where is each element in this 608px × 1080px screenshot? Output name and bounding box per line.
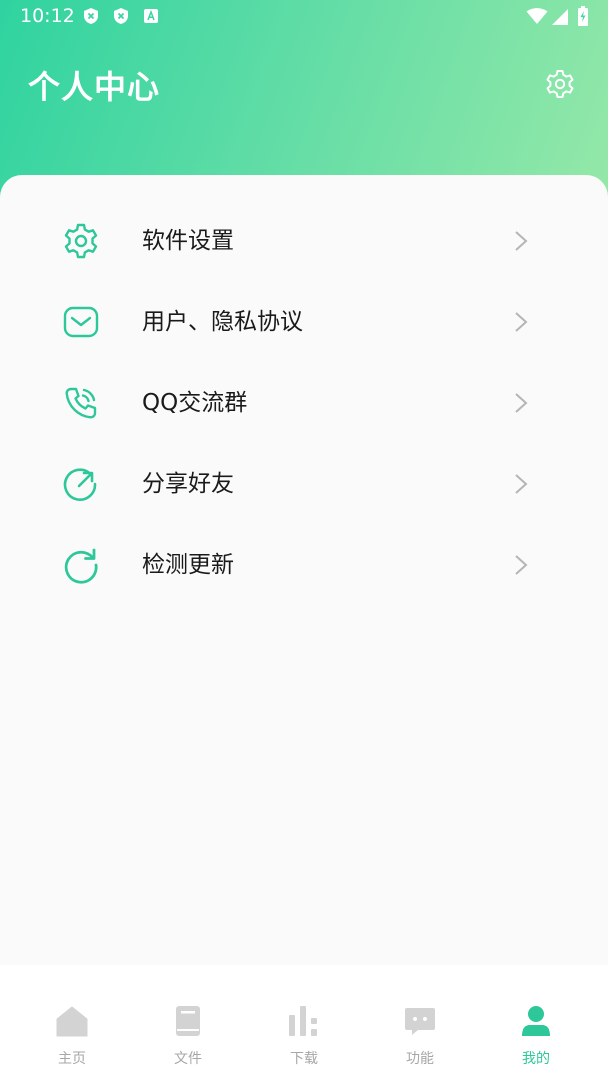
chevron-right-icon <box>515 312 528 332</box>
nav-tab-download[interactable]: 下载 <box>254 965 354 1080</box>
a-badge-icon <box>144 9 158 23</box>
nav-tab-home[interactable]: 主页 <box>22 965 122 1080</box>
menu-item-software-settings[interactable]: 软件设置 <box>0 200 608 281</box>
chevron-right-icon <box>515 474 528 494</box>
nav-tab-mine[interactable]: 我的 <box>486 965 586 1080</box>
user-icon <box>522 1006 550 1036</box>
home-icon <box>56 1006 88 1037</box>
chevron-right-icon <box>515 393 528 413</box>
menu-item-label: 检测更新 <box>142 552 234 578</box>
menu-item-qq-group[interactable]: QQ交流群 <box>0 362 608 443</box>
shield-icon <box>84 8 98 24</box>
gear-icon <box>64 223 98 259</box>
mail-icon <box>63 306 99 338</box>
nav-tab-label: 主页 <box>58 1051 86 1067</box>
book-icon <box>176 1006 200 1036</box>
chevron-right-icon <box>515 231 528 251</box>
nav-tab-label: 我的 <box>522 1051 550 1067</box>
bottom-nav: 主页 文件 下载 功能 我的 <box>0 965 608 1080</box>
menu-item-label: 软件设置 <box>142 228 234 254</box>
phone-icon <box>65 387 97 419</box>
page-title: 个人中心 <box>28 68 161 106</box>
bar-chart-icon <box>289 1006 317 1036</box>
menu-item-label: QQ交流群 <box>142 390 248 416</box>
signal-icon <box>552 9 568 25</box>
header-settings-button[interactable] <box>544 68 576 100</box>
refresh-icon <box>64 548 98 584</box>
shield-icon <box>114 8 128 24</box>
nav-tab-files[interactable]: 文件 <box>138 965 238 1080</box>
menu-item-privacy-agreement[interactable]: 用户、隐私协议 <box>0 281 608 362</box>
chat-icon <box>405 1008 435 1035</box>
screen: 10:12 个人中心 软件设置 用户、隐私协议 QQ交流群 分享好友 检测更新 … <box>0 0 608 1080</box>
menu-item-label: 分享好友 <box>142 471 234 497</box>
menu-list: 软件设置 用户、隐私协议 QQ交流群 分享好友 检测更新 <box>0 200 608 605</box>
share-icon <box>63 468 97 501</box>
content-panel: 软件设置 用户、隐私协议 QQ交流群 分享好友 检测更新 <box>0 175 608 965</box>
nav-tab-label: 下载 <box>290 1051 318 1067</box>
nav-tab-label: 文件 <box>174 1051 202 1067</box>
menu-item-label: 用户、隐私协议 <box>142 309 303 335</box>
menu-item-check-update[interactable]: 检测更新 <box>0 524 608 605</box>
gear-icon <box>546 70 574 98</box>
nav-tab-functions[interactable]: 功能 <box>370 965 470 1080</box>
status-bar: 10:12 <box>0 0 608 34</box>
status-time: 10:12 <box>20 5 75 27</box>
wifi-icon <box>526 8 548 24</box>
chevron-right-icon <box>515 555 528 575</box>
nav-tab-label: 功能 <box>406 1051 434 1067</box>
battery-charging-icon <box>578 6 588 26</box>
menu-item-share-friends[interactable]: 分享好友 <box>0 443 608 524</box>
